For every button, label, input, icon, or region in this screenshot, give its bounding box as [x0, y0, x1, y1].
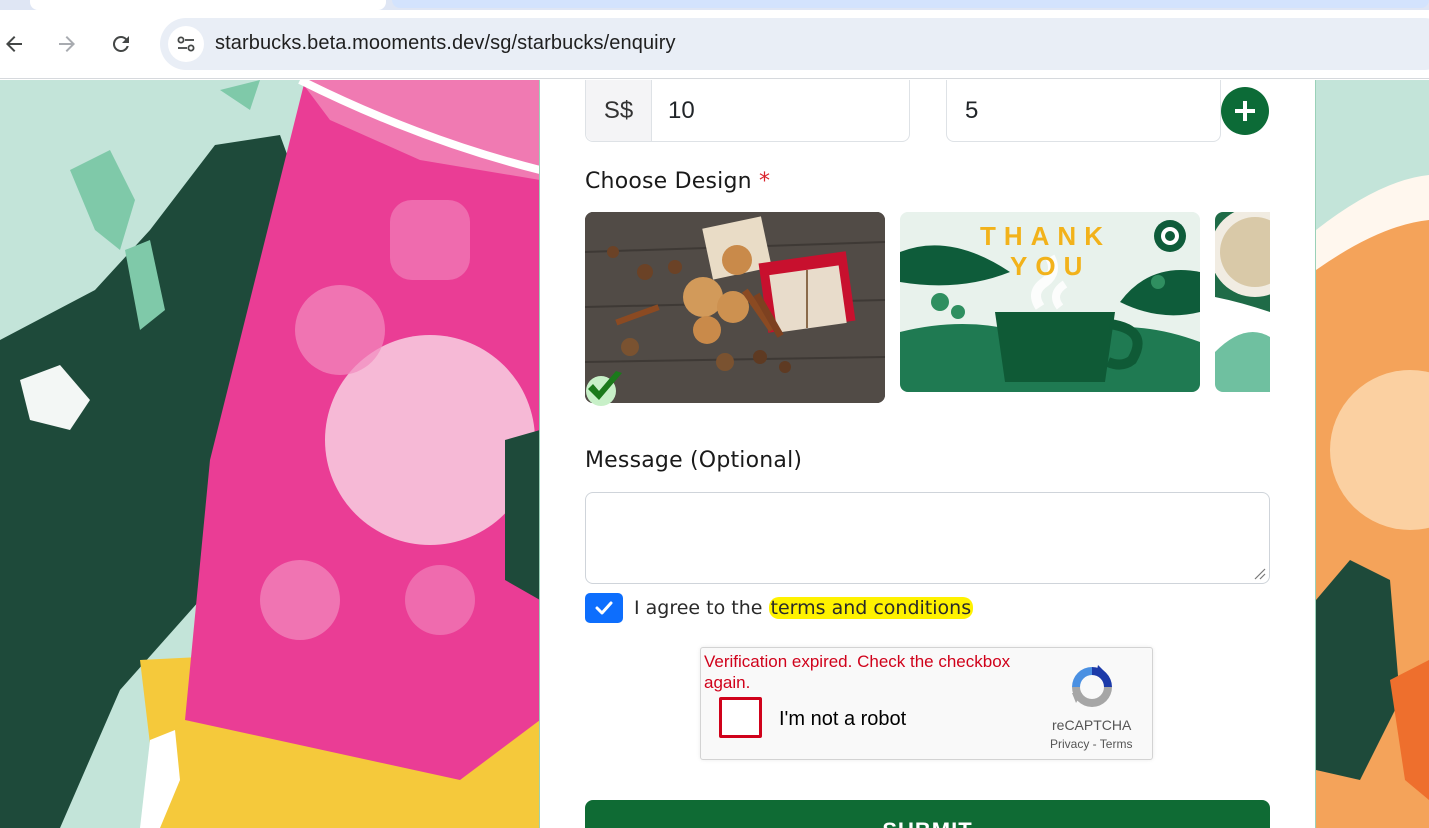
- agree-prefix: I agree to the: [634, 597, 769, 619]
- agree-label: I agree to the terms and conditions: [634, 597, 974, 619]
- design-option-gingerbread[interactable]: [585, 212, 885, 403]
- required-marker: *: [758, 169, 771, 194]
- coffee-design-image: [1215, 212, 1270, 392]
- resize-grip-icon[interactable]: [1254, 568, 1266, 580]
- tab-strip: [0, 0, 1429, 10]
- recaptcha-terms-link[interactable]: Terms: [1100, 737, 1133, 751]
- recaptcha-widget: Verification expired. Check the checkbox…: [700, 647, 1153, 760]
- design-option-coffee-partial[interactable]: [1215, 212, 1270, 392]
- url-text[interactable]: starbucks.beta.mooments.dev/sg/starbucks…: [215, 32, 676, 55]
- reload-button[interactable]: [107, 30, 135, 58]
- amount-input-group: S$ 10: [585, 80, 910, 142]
- message-label: Message (Optional): [585, 448, 803, 473]
- terms-agreement-row: I agree to the terms and conditions: [585, 593, 974, 623]
- address-bar[interactable]: starbucks.beta.mooments.dev/sg/starbucks…: [160, 18, 1429, 70]
- thank-you-text-line1: THANK: [980, 221, 1111, 251]
- active-tab[interactable]: [30, 0, 386, 10]
- quantity-input[interactable]: 5: [946, 80, 1221, 142]
- recaptcha-privacy-link[interactable]: Privacy: [1050, 737, 1089, 751]
- choose-design-text: Choose Design: [585, 169, 752, 194]
- recaptcha-link-separator: -: [1089, 737, 1100, 751]
- amount-input[interactable]: 10: [652, 80, 909, 141]
- tab-bar-background: [392, 0, 1429, 8]
- thank-you-design-image: THANK YOU: [900, 212, 1200, 392]
- recaptcha-brand: reCAPTCHA: [1052, 717, 1132, 733]
- gingerbread-design-image: [585, 212, 885, 403]
- add-row-button[interactable]: [1221, 87, 1269, 135]
- thank-you-text-line2: YOU: [1010, 251, 1090, 281]
- checkmark-icon: [595, 601, 613, 615]
- recaptcha-links: Privacy - Terms: [1050, 737, 1132, 751]
- recaptcha-error-message: Verification expired. Check the checkbox…: [704, 652, 1011, 692]
- recaptcha-checkbox[interactable]: [719, 697, 762, 738]
- submit-button[interactable]: SUBMIT: [585, 800, 1270, 828]
- terms-link[interactable]: terms and conditions: [768, 597, 974, 619]
- forward-icon: [59, 36, 75, 52]
- choose-design-label: Choose Design *: [585, 169, 770, 194]
- enquiry-form-card: S$ 10 5 Choose Design * THANK YOU Messag…: [539, 80, 1316, 828]
- recaptcha-label: I'm not a robot: [779, 708, 907, 730]
- currency-label: S$: [586, 80, 652, 141]
- agree-checkbox[interactable]: [585, 593, 623, 623]
- back-icon: [6, 36, 22, 52]
- design-option-thank-you[interactable]: THANK YOU: [900, 212, 1200, 392]
- reload-icon: [112, 35, 129, 52]
- site-info-icon: [177, 36, 195, 52]
- site-info-button[interactable]: [168, 26, 204, 62]
- plus-icon: [1235, 101, 1255, 121]
- forward-button[interactable]: [53, 30, 81, 58]
- recaptcha-logo-icon: [1072, 665, 1112, 707]
- browser-toolbar: starbucks.beta.mooments.dev/sg/starbucks…: [0, 10, 1429, 79]
- back-button[interactable]: [0, 30, 28, 58]
- selected-check-icon: [586, 371, 622, 406]
- message-textarea[interactable]: [585, 492, 1270, 584]
